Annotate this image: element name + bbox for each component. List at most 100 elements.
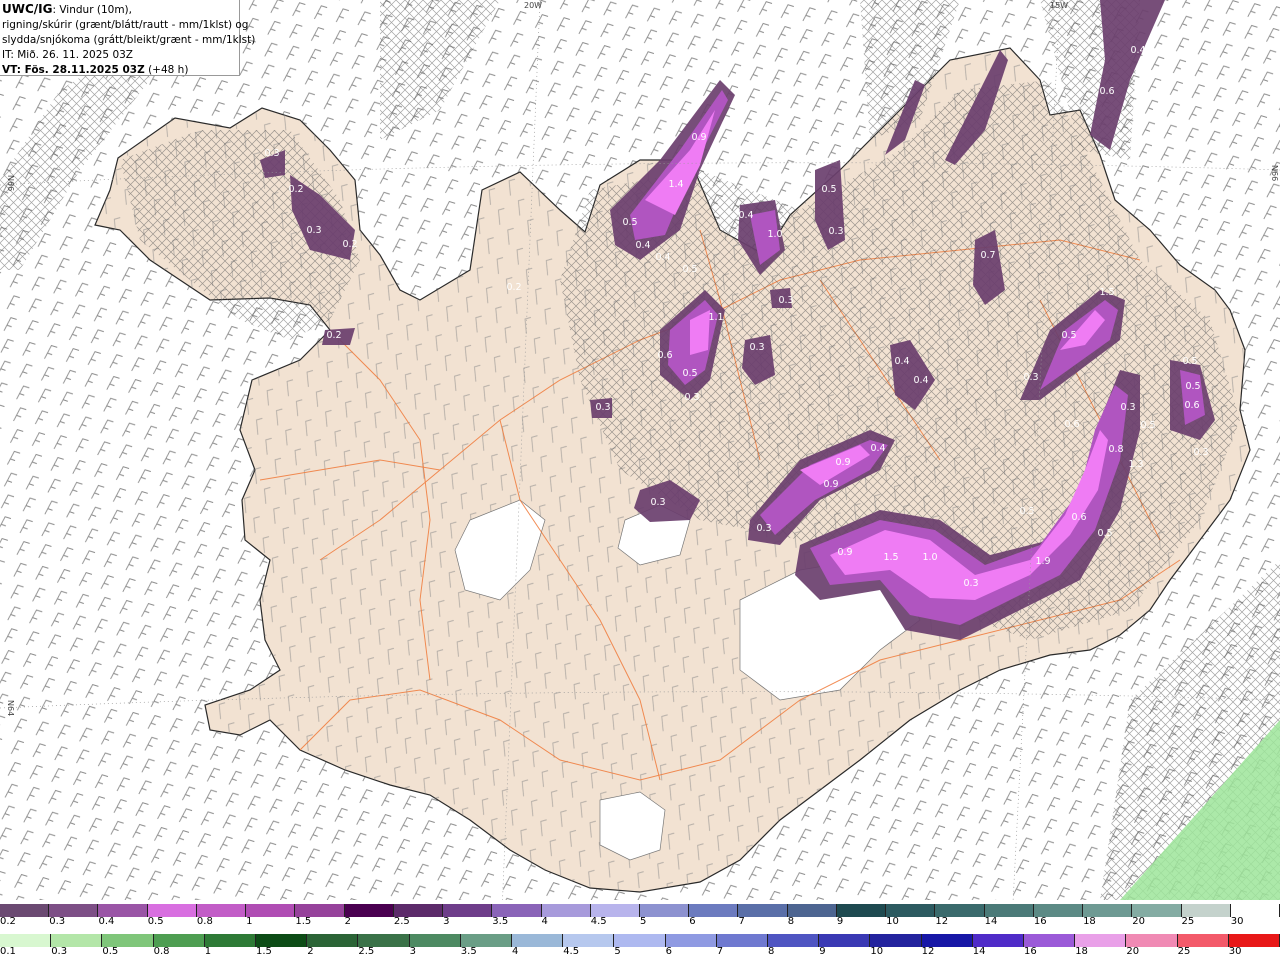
legend-label: 4.5 — [563, 946, 580, 957]
precip-value-label: 1.0 — [922, 552, 937, 563]
precip-value-label: 0.9 — [823, 479, 838, 490]
legend-swatch — [443, 904, 493, 917]
legend-swatch — [246, 904, 296, 917]
legend-label: 0.5 — [147, 916, 164, 927]
legend-label: 2.5 — [358, 946, 375, 957]
legend-label: 12 — [921, 946, 935, 957]
legend-label: 25 — [1181, 916, 1195, 927]
precip-value-label: 0.5 — [1182, 356, 1197, 367]
precip-value-label: 0.6 — [1064, 419, 1079, 430]
precip-value-label: 0.2 — [506, 282, 521, 293]
legend-label: 1.5 — [295, 916, 312, 927]
legend-label: 3 — [409, 946, 416, 957]
title-rest: : Vindur (10m), — [52, 4, 132, 16]
legend-label: 0.4 — [98, 916, 115, 927]
legend-label: 16 — [1033, 916, 1047, 927]
legend-label: 0.1 — [0, 946, 16, 957]
precip-value-label: 0.5 — [1061, 330, 1076, 341]
legend-swatch — [836, 904, 887, 917]
legend-label: 8 — [768, 946, 775, 957]
precip-value-label: 0.9 — [837, 547, 852, 558]
model-name: UWC/IG — [2, 2, 53, 16]
init-time: IT: Mið. 26. 11. 2025 03Z — [2, 49, 133, 61]
precip-value-label: 0.2 — [288, 184, 303, 195]
precip-value-label: 1.5 — [1099, 287, 1114, 298]
legend-swatch — [541, 904, 591, 917]
legend-label: 3.5 — [492, 916, 509, 927]
precip-value-label: 0.3 — [595, 402, 610, 413]
precip-value-label: 0.4 — [635, 240, 650, 251]
precip-value-label: 0.3 — [828, 226, 843, 237]
precip-value-label: 0.4 — [738, 210, 753, 221]
legend-label: 18 — [1075, 946, 1088, 957]
legend-label: 1 — [246, 916, 253, 927]
legend-label: 25 — [1177, 946, 1191, 957]
legend-swatch — [614, 934, 666, 947]
legend-label: 2.5 — [393, 916, 410, 927]
precip-value-label: 0.6 — [657, 350, 672, 361]
legend-label: 2 — [307, 946, 314, 957]
precip-value-label: 0.3 — [650, 497, 665, 508]
precip-value-label: 0.3 — [1120, 402, 1135, 413]
precip-value-label: 0.8 — [1108, 444, 1123, 455]
precip-value-label: 0.5 — [682, 264, 697, 275]
title-line: UWC/IG: Vindur (10m), — [2, 2, 239, 18]
legend-swatch — [344, 904, 394, 917]
legend-label: 6 — [689, 916, 696, 927]
legend-swatch — [738, 904, 788, 917]
legend-label: 10 — [886, 916, 899, 927]
valid-time: VT: Fös. 28.11.2025 03Z (+48 h) — [2, 63, 239, 78]
lon-label-20w: 20W — [524, 1, 542, 10]
legend-label: 14 — [984, 916, 998, 927]
precip-value-label: 0.9 — [835, 457, 850, 468]
weather-map[interactable]: 0.3 0.2 0.3 0.2 0.2 0.2 1.4 0.9 0.5 0.4 0.4 0.5 0.4 1… — [0, 0, 1280, 900]
precip-value-label: 0.5 — [682, 368, 697, 379]
map-info-box: UWC/IG: Vindur (10m), rigning/skúrir (gr… — [0, 0, 256, 78]
precip-value-label: 0.2 — [326, 330, 341, 341]
precip-value-label: 0.9 — [691, 132, 706, 143]
precip-value-label: 0.3 — [963, 578, 978, 589]
legend-label: 4 — [512, 946, 519, 957]
legend-label: 0.8 — [153, 946, 170, 957]
precip-value-label: 1.1 — [708, 312, 723, 323]
precip-value-label: 0.3 — [1193, 447, 1208, 458]
legend-swatch — [512, 934, 564, 947]
lat-label-66n-left: N66 — [6, 175, 15, 191]
precip-value-label: 1.9 — [1035, 556, 1050, 567]
precip-value-label: 0.5 — [1097, 528, 1112, 539]
legend-label: 12 — [935, 916, 949, 927]
precip-value-label: 0.3 — [1023, 372, 1038, 383]
legend-swatch — [716, 934, 768, 947]
rain-legend-swatches — [0, 934, 1280, 947]
legend-swatch — [689, 904, 739, 917]
legend-label: 3 — [443, 916, 450, 927]
legend-swatch — [665, 934, 717, 947]
legend-label: 4.5 — [590, 916, 607, 927]
precip-value-label: 1.4 — [668, 179, 683, 190]
precip-value-label: 0.3 — [306, 225, 321, 236]
subtitle-snow: slydda/snjókoma (grátt/bleikt/grænt - mm… — [2, 34, 256, 46]
lon-label-15w: 15W — [1050, 1, 1068, 10]
precip-value-label: 0.4 — [1130, 45, 1145, 56]
legend-swatch — [640, 904, 690, 917]
legend-label: 1.5 — [256, 946, 272, 957]
precip-value-label: 0.5 — [622, 217, 637, 228]
legend-label: 9 — [836, 916, 844, 927]
legend-label: 0.5 — [102, 946, 119, 957]
precip-value-label: 1.0 — [767, 229, 782, 240]
legend-label: 7 — [738, 916, 745, 927]
legend-label: 30 — [1228, 946, 1242, 957]
legend-label: 30 — [1230, 916, 1244, 927]
precip-value-label: 0.4 — [913, 375, 928, 386]
legend-swatch — [787, 904, 837, 917]
legend-label: 0.3 — [49, 916, 66, 927]
precip-value-label: 0.6 — [1071, 512, 1086, 523]
precip-value-label: 0.3 — [778, 295, 793, 306]
snow-legend: 0.2 0.3 0.4 0.5 0.8 1 1.5 2 2.5 3 3.5 4 4.5 5 6 7 8 9 10 12… — [0, 900, 1280, 930]
precip-value-label: 0.5 — [1185, 381, 1200, 392]
legend-label: 10 — [870, 946, 884, 957]
legend-label: 1 — [204, 946, 212, 957]
legend-label: 9 — [819, 946, 826, 957]
precip-value-label: 0.4 — [655, 252, 670, 263]
legend-label: 18 — [1083, 916, 1096, 927]
